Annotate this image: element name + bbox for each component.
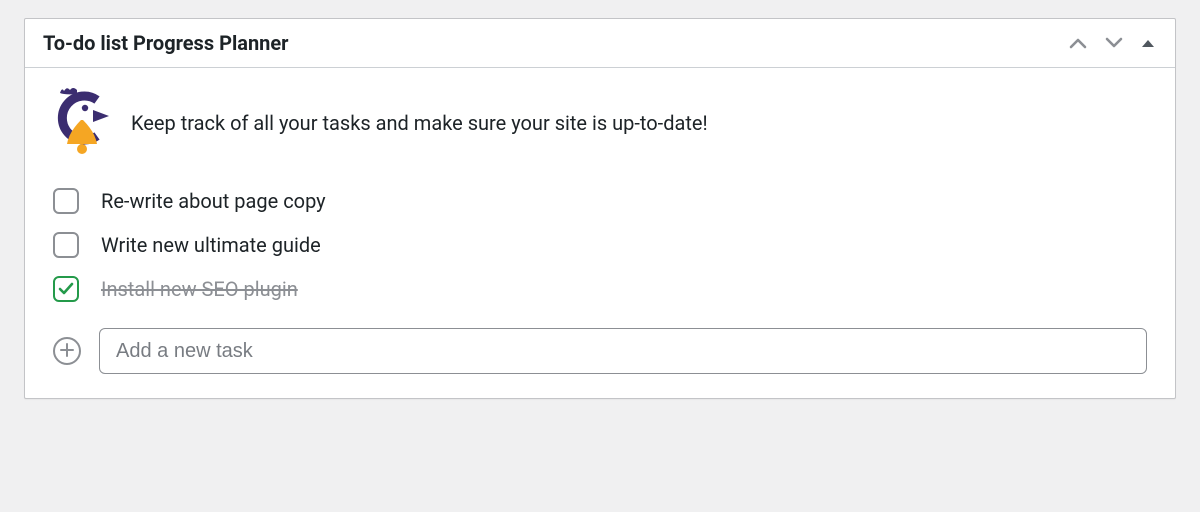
chevron-up-icon [1069, 37, 1087, 49]
add-task-row [53, 328, 1147, 374]
collapse-button[interactable] [1139, 36, 1157, 50]
widget-body: Keep track of all your tasks and make su… [25, 68, 1175, 398]
widget-header-controls [1067, 35, 1157, 51]
task-label: Write new ultimate guide [101, 233, 321, 257]
plus-icon [60, 343, 74, 360]
caret-up-icon [1141, 38, 1155, 48]
checkmark-icon [58, 282, 74, 296]
task-item: Write new ultimate guide [53, 232, 1147, 258]
add-task-input[interactable] [99, 328, 1147, 374]
task-list: Re-write about page copy Write new ultim… [53, 188, 1147, 302]
widget-intro: Keep track of all your tasks and make su… [53, 86, 1147, 160]
task-item: Install new SEO plugin [53, 276, 1147, 302]
task-label: Install new SEO plugin [101, 277, 298, 301]
widget-header: To-do list Progress Planner [25, 19, 1175, 68]
widget-title: To-do list Progress Planner [43, 31, 289, 55]
todo-widget: To-do list Progress Planner [24, 18, 1176, 399]
move-up-button[interactable] [1067, 35, 1089, 51]
intro-text: Keep track of all your tasks and make su… [131, 110, 708, 137]
task-checkbox[interactable] [53, 232, 79, 258]
task-label: Re-write about page copy [101, 189, 326, 213]
chevron-down-icon [1105, 37, 1123, 49]
task-checkbox[interactable] [53, 188, 79, 214]
task-item: Re-write about page copy [53, 188, 1147, 214]
task-checkbox[interactable] [53, 276, 79, 302]
add-task-button[interactable] [53, 337, 81, 365]
mascot-icon [53, 86, 113, 160]
move-down-button[interactable] [1103, 35, 1125, 51]
